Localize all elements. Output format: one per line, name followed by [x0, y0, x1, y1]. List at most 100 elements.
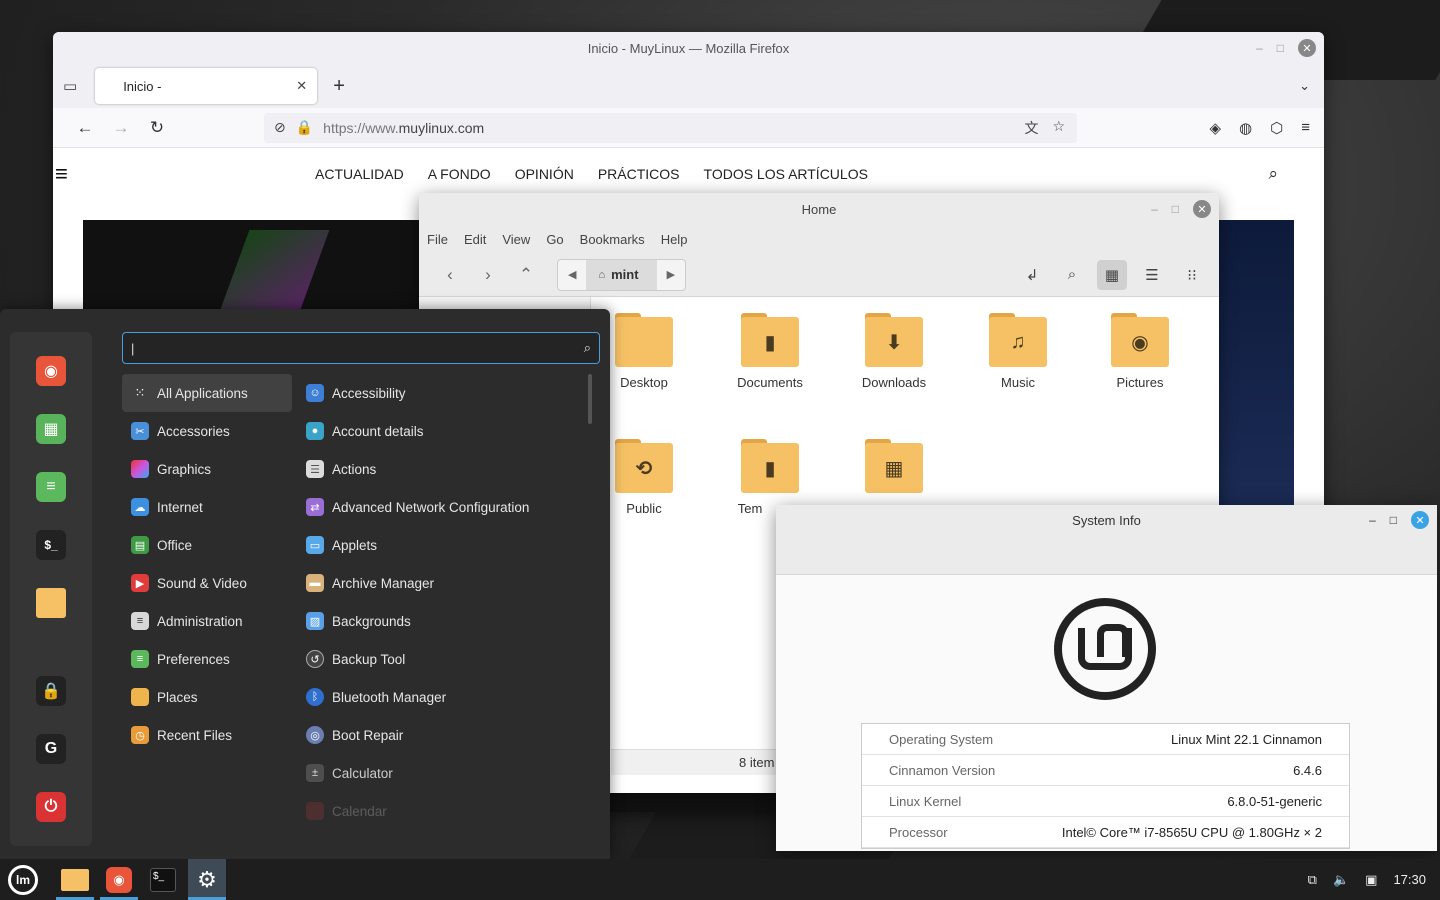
- hamburger-menu-icon[interactable]: ≡: [55, 161, 68, 187]
- taskbar-files[interactable]: [56, 859, 94, 900]
- maximize-button[interactable]: □: [1172, 202, 1179, 216]
- compact-view-button[interactable]: ⁝⁝: [1177, 260, 1207, 290]
- nav-link-actualidad[interactable]: ACTUALIDAD: [315, 166, 404, 182]
- minimize-button[interactable]: –: [1369, 513, 1376, 527]
- reload-button[interactable]: ↻: [139, 118, 175, 138]
- app-archive-manager[interactable]: ▬ Archive Manager: [297, 564, 587, 602]
- app-backgrounds[interactable]: ▨ Backgrounds: [297, 602, 587, 640]
- software-manager-icon[interactable]: ▦: [36, 414, 66, 444]
- power-icon[interactable]: ⏻: [36, 792, 66, 822]
- app-boot-repair[interactable]: ◎ Boot Repair: [297, 716, 587, 754]
- list-tabs-chevron-icon[interactable]: ⌄: [1299, 78, 1310, 94]
- menu-button[interactable]: lm: [4, 859, 42, 900]
- close-button[interactable]: ✕: [1193, 200, 1211, 218]
- info-value: 6.8.0-51-generic: [1227, 793, 1322, 809]
- category-places[interactable]: Places: [122, 678, 292, 716]
- close-button[interactable]: ✕: [1298, 39, 1316, 57]
- icon-view-button[interactable]: ▦: [1097, 259, 1127, 290]
- path-left-arrow[interactable]: ◀: [558, 268, 586, 281]
- url-bar[interactable]: ⊘ 🔒 https://www.muylinux.com 文 ☆: [264, 112, 1077, 143]
- clock[interactable]: 17:30: [1393, 872, 1426, 887]
- new-tab-button[interactable]: +: [333, 75, 345, 98]
- up-button[interactable]: ⌃: [507, 265, 545, 285]
- category-accessories[interactable]: ✂ Accessories: [122, 412, 292, 450]
- settings-toggle-icon[interactable]: ≡: [36, 472, 66, 502]
- firefox-icon[interactable]: ◉: [36, 356, 66, 386]
- pocket-icon[interactable]: ◈: [1209, 119, 1221, 137]
- volume-icon[interactable]: 🔈: [1333, 872, 1349, 888]
- app-accessibility[interactable]: ☺ Accessibility: [297, 374, 587, 412]
- category-preferences[interactable]: ≡ Preferences: [122, 640, 292, 678]
- menu-file[interactable]: File: [427, 232, 448, 247]
- file-item[interactable]: ▮ Documents: [715, 313, 825, 390]
- nav-link-practicos[interactable]: PRÁCTICOS: [598, 166, 680, 182]
- forward-button[interactable]: →: [103, 118, 139, 138]
- category-office[interactable]: ▤ Office: [122, 526, 292, 564]
- taskbar-system-info[interactable]: ⚙: [188, 859, 226, 900]
- search-input[interactable]: | ⌕: [122, 332, 600, 364]
- taskbar-terminal[interactable]: $_: [144, 859, 182, 900]
- app-applets[interactable]: ▭ Applets: [297, 526, 587, 564]
- maximize-button[interactable]: □: [1277, 41, 1284, 55]
- translate-icon[interactable]: 文: [1024, 118, 1038, 138]
- app-backup-tool[interactable]: ↺ Backup Tool: [297, 640, 587, 678]
- app-bluetooth-manager[interactable]: ᛒ Bluetooth Manager: [297, 678, 587, 716]
- menu-edit[interactable]: Edit: [464, 232, 486, 247]
- taskbar-firefox[interactable]: ◉: [100, 859, 138, 900]
- close-tab-icon[interactable]: ✕: [296, 78, 307, 94]
- app-calculator[interactable]: ± Calculator: [297, 754, 587, 792]
- nav-link-a-fondo[interactable]: A FONDO: [428, 166, 491, 182]
- search-icon[interactable]: ⌕: [1057, 260, 1087, 290]
- network-icon[interactable]: ⧉: [1308, 872, 1317, 888]
- site-search-icon[interactable]: ⌕: [1268, 164, 1278, 184]
- tracking-protection-icon[interactable]: ⊘: [274, 119, 286, 136]
- nav-link-opinion[interactable]: OPINIÓN: [515, 166, 574, 182]
- nav-link-todos[interactable]: TODOS LOS ARTÍCULOS: [704, 166, 868, 182]
- file-item[interactable]: ♫ Music: [963, 313, 1073, 390]
- app-actions[interactable]: ☰ Actions: [297, 450, 587, 488]
- logout-icon[interactable]: G: [36, 734, 66, 764]
- category-recent-files[interactable]: ◷ Recent Files: [122, 716, 292, 754]
- file-item[interactable]: ⬇ Downloads: [839, 313, 949, 390]
- list-view-button[interactable]: ☰: [1137, 260, 1167, 290]
- lock-icon[interactable]: 🔒: [36, 676, 66, 706]
- menu-go[interactable]: Go: [546, 232, 563, 247]
- lock-icon[interactable]: 🔒: [296, 119, 313, 136]
- file-item[interactable]: ▦: [839, 439, 949, 501]
- back-button[interactable]: ←: [67, 118, 103, 138]
- extensions-icon[interactable]: ⬡: [1270, 119, 1283, 137]
- category-internet[interactable]: ☁ Internet: [122, 488, 292, 526]
- document-icon: ▤: [131, 536, 149, 554]
- list-icon: ☰: [306, 460, 324, 478]
- back-button[interactable]: ‹: [431, 265, 469, 285]
- category-graphics[interactable]: Graphics: [122, 450, 292, 488]
- forward-button[interactable]: ›: [469, 265, 507, 285]
- toggle-location-icon[interactable]: ↲: [1017, 260, 1047, 290]
- app-list-scrollbar[interactable]: [588, 374, 592, 424]
- menu-view[interactable]: View: [502, 232, 530, 247]
- app-menu-icon[interactable]: ≡: [1301, 119, 1310, 137]
- menu-help[interactable]: Help: [661, 232, 688, 247]
- minimize-button[interactable]: –: [1256, 41, 1263, 55]
- category-sound-video[interactable]: ▶ Sound & Video: [122, 564, 292, 602]
- file-item[interactable]: ◉ Pictures: [1085, 313, 1195, 390]
- files-folder-icon[interactable]: [36, 588, 66, 618]
- category-administration[interactable]: ≡ Administration: [122, 602, 292, 640]
- app-advanced-network[interactable]: ⇄ Advanced Network Configuration: [297, 488, 587, 526]
- close-button[interactable]: ✕: [1411, 511, 1429, 529]
- app-account-details[interactable]: ● Account details: [297, 412, 587, 450]
- clipboard-icon[interactable]: ▣: [1365, 872, 1377, 888]
- menu-bookmarks[interactable]: Bookmarks: [580, 232, 645, 247]
- terminal-icon[interactable]: $_: [36, 530, 66, 560]
- path-right-arrow[interactable]: ▶: [657, 268, 685, 281]
- palette-icon: [131, 460, 149, 478]
- browser-tab[interactable]: Inicio - ✕: [95, 68, 318, 104]
- minimize-button[interactable]: –: [1151, 202, 1158, 216]
- bookmark-star-icon[interactable]: ☆: [1052, 118, 1065, 138]
- maximize-button[interactable]: □: [1390, 513, 1397, 527]
- tab-overview-icon[interactable]: ▭: [63, 77, 77, 95]
- path-crumb-home[interactable]: ⌂ mint: [586, 259, 657, 290]
- account-icon[interactable]: ◍: [1239, 119, 1252, 137]
- app-calendar[interactable]: Calendar: [297, 792, 587, 824]
- category-all-applications[interactable]: ⁙ All Applications: [122, 374, 292, 412]
